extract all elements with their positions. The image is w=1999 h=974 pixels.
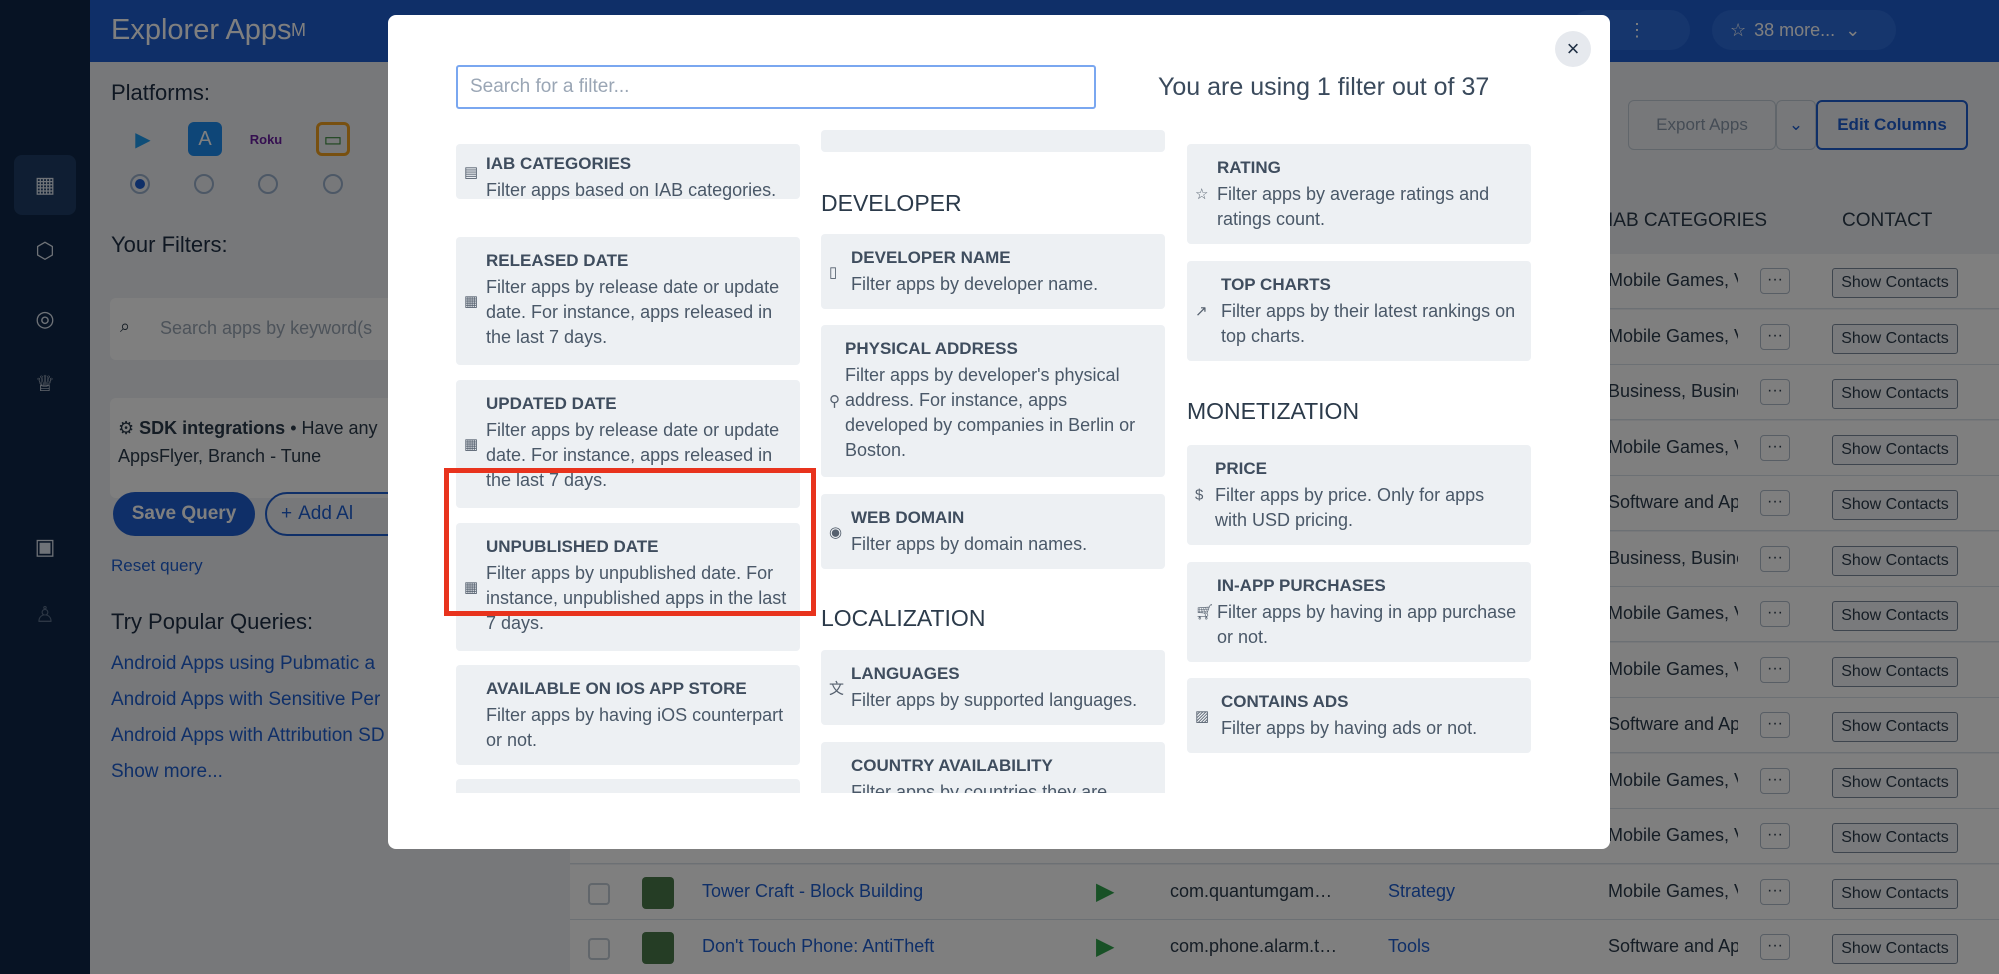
filter-card-desc: Filter apps by supported languages. (851, 690, 1138, 710)
filter-card-desc: Filter apps by average ratings and ratin… (1217, 184, 1490, 229)
filter-picker-modal: × You are using 1 filter out of 37 ▤ IAB… (388, 15, 1610, 849)
filter-count-text: You are using 1 filter out of 37 (1158, 73, 1490, 101)
calendar-icon: ▦ (464, 436, 479, 453)
filter-card-title: RELEASED DATE (486, 251, 629, 270)
filter-card-title: IN-APP PURCHASES (1217, 576, 1386, 595)
filter-card-in-app-purchases[interactable]: 🛒︎ IN-APP PURCHASES Filter apps by havin… (1187, 562, 1531, 662)
filter-card-available-ios[interactable]: AVAILABLE ON IOS APP STORE Filter apps b… (456, 665, 800, 765)
filter-card-physical-address[interactable]: ⚲ PHYSICAL ADDRESS Filter apps by develo… (821, 325, 1165, 477)
section-developer: DEVELOPER (821, 190, 962, 216)
filter-card-desc: Filter apps by developer name. (851, 274, 1099, 294)
filter-card-title: CONTAINS ADS (1221, 692, 1349, 711)
filter-card-title: AVAILABLE ON IOS APP STORE (486, 679, 747, 698)
filter-card-partial-top[interactable] (821, 130, 1165, 152)
filter-card-desc: Filter apps based on IAB categories. (486, 180, 777, 200)
filter-card-desc: Filter apps by their latest rankings on … (1221, 301, 1516, 346)
filter-card-contains-ads[interactable]: ▨ CONTAINS ADS Filter apps by having ads… (1187, 678, 1531, 753)
filter-card-desc: Filter apps by having iOS counterpart or… (486, 705, 784, 750)
filter-card-desc: Filter apps by having in app purchase or… (1217, 602, 1517, 647)
filter-card-title: PRICE (1215, 459, 1267, 478)
filter-card-title: WEB DOMAIN (851, 508, 965, 527)
filter-card-released-date[interactable]: ▦ RELEASED DATE Filter apps by release d… (456, 237, 800, 365)
filter-card-top-charts[interactable]: ↗ TOP CHARTS Filter apps by their latest… (1187, 261, 1531, 361)
filter-card-title: IAB CATEGORIES (486, 154, 632, 173)
cart-icon: 🛒︎ (1195, 604, 1215, 621)
filter-card-desc: Filter apps by countries they are (851, 782, 1108, 793)
close-button[interactable]: × (1555, 31, 1591, 67)
filter-card-title: UPDATED DATE (486, 394, 617, 413)
filter-card-languages[interactable]: 文 LANGUAGES Filter apps by supported lan… (821, 650, 1165, 725)
globe-icon: ◉ (829, 523, 843, 541)
filter-card-web-domain[interactable]: ◉ WEB DOMAIN Filter apps by domain names… (821, 494, 1165, 569)
filter-search-input[interactable] (456, 65, 1096, 109)
calendar-icon: ▦ (464, 293, 479, 310)
filter-card-price[interactable]: $ PRICE Filter apps by price. Only for a… (1187, 445, 1531, 545)
filter-card-desc: Filter apps by having ads or not. (1221, 718, 1478, 738)
id-card-icon: ▯ (829, 263, 838, 281)
section-monetization: MONETIZATION (1187, 398, 1360, 424)
filter-card-desc: Filter apps by developer's physical addr… (845, 365, 1136, 460)
list-icon: ▤ (464, 163, 479, 181)
star-icon: ☆ (1195, 186, 1209, 203)
filter-card-rating[interactable]: ☆ RATING Filter apps by average ratings … (1187, 144, 1531, 244)
highlight-box (444, 468, 816, 616)
filter-card-desc: Filter apps by price. Only for apps with… (1215, 485, 1485, 530)
filter-card-developer-name[interactable]: ▯ DEVELOPER NAME Filter apps by develope… (821, 234, 1165, 309)
filter-card-title: DEVELOPER NAME (851, 248, 1011, 267)
close-icon: × (1566, 36, 1580, 61)
filter-card-country-availability[interactable]: COUNTRY AVAILABILITY Filter apps by coun… (821, 742, 1165, 793)
filter-card-iab-categories[interactable]: ▤ IAB CATEGORIES Filter apps based on IA… (456, 144, 800, 200)
filter-card-title: PHYSICAL ADDRESS (845, 339, 1018, 358)
image-icon: ▨ (1195, 707, 1210, 725)
filter-list: ▤ IAB CATEGORIES Filter apps based on IA… (388, 130, 1610, 793)
filter-card-title: RATING (1217, 158, 1281, 177)
filter-card-partial[interactable] (456, 779, 800, 793)
chart-line-icon: ↗ (1195, 303, 1208, 320)
map-pin-icon: ⚲ (829, 393, 840, 410)
section-localization: LOCALIZATION (821, 605, 986, 631)
filter-card-desc: Filter apps by domain names. (851, 534, 1088, 554)
dollar-icon: $ (1195, 486, 1204, 504)
filter-card-title: LANGUAGES (851, 664, 960, 683)
filter-card-desc: Filter apps by release date or update da… (486, 277, 780, 347)
language-icon: 文 (829, 680, 845, 697)
filter-card-title: COUNTRY AVAILABILITY (851, 756, 1053, 775)
filter-card-title: TOP CHARTS (1221, 275, 1331, 294)
